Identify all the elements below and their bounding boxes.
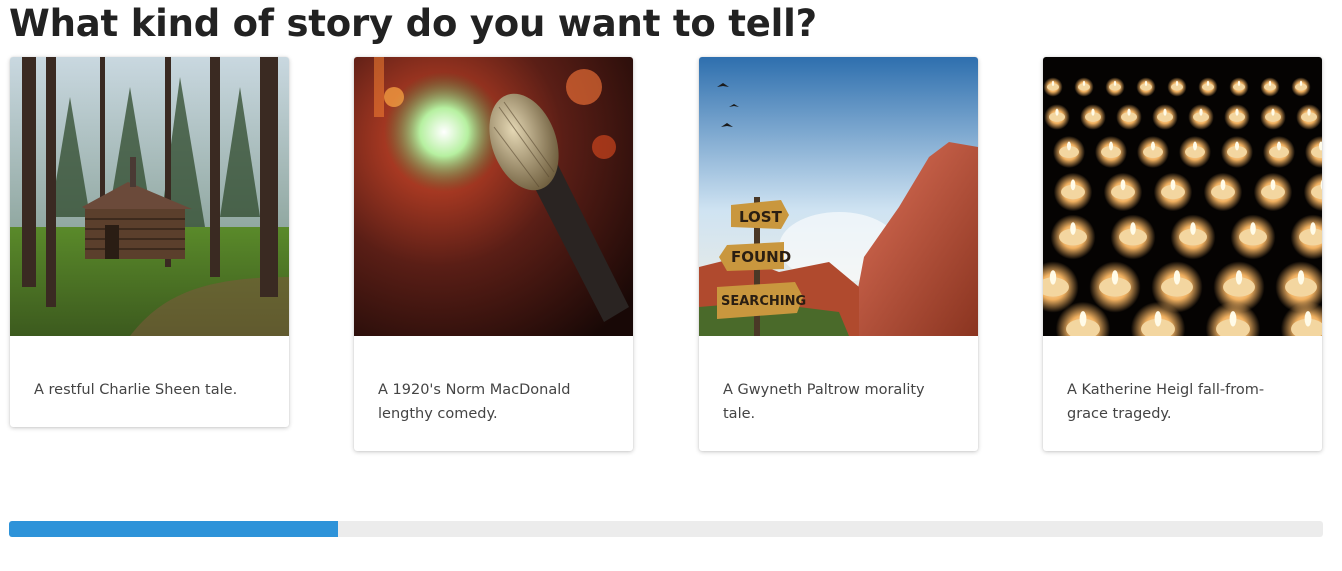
progress-bar-fill (9, 521, 338, 537)
microphone-stage-image (354, 57, 633, 336)
story-option-caption: A Gwyneth Paltrow morality tale. (723, 382, 925, 422)
story-option-caption: A Katherine Heigl fall-from-grace traged… (1067, 382, 1265, 422)
sign-searching-text: SEARCHING (721, 294, 806, 309)
story-option-card[interactable]: LOST FOUND SEARCHING A Gwyneth Paltrow m… (699, 57, 978, 451)
page-title: What kind of story do you want to tell? (9, 2, 817, 45)
sign-lost-text: LOST (739, 208, 783, 226)
story-option-card[interactable]: A 1920's Norm MacDonald lengthy comedy. (354, 57, 633, 451)
story-option-card[interactable]: A Katherine Heigl fall-from-grace traged… (1043, 57, 1322, 451)
forest-cabin-image (10, 57, 289, 336)
story-option-caption: A 1920's Norm MacDonald lengthy comedy. (378, 382, 571, 422)
candles-image (1043, 57, 1322, 336)
story-option-caption: A restful Charlie Sheen tale. (34, 382, 238, 398)
story-option-card[interactable]: A restful Charlie Sheen tale. (10, 57, 289, 427)
lost-found-searching-sign-image: LOST FOUND SEARCHING (699, 57, 978, 336)
progress-bar (9, 521, 1323, 537)
sign-found-text: FOUND (731, 248, 791, 266)
